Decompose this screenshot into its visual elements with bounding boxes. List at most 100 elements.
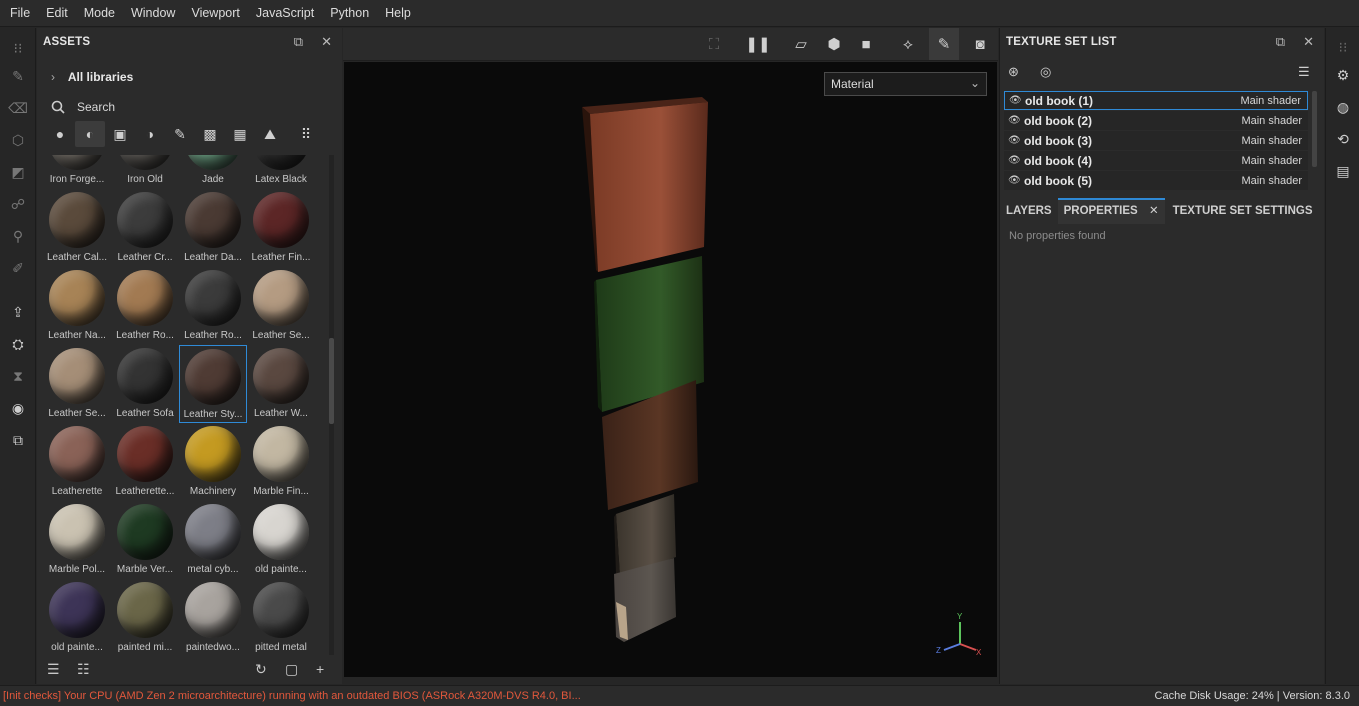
material-thumbnail[interactable]: Marble Ver... — [111, 501, 179, 579]
shader-label[interactable]: Main shader — [1241, 155, 1302, 167]
brush-filter-icon[interactable]: ✎ — [165, 121, 195, 147]
grid-view-icon[interactable]: ⠿ — [291, 121, 321, 147]
viewport-3d[interactable]: Material ⌄ Y X Z — [344, 62, 997, 677]
symmetry-icon[interactable]: ⟡ — [893, 28, 923, 60]
material-thumbnail[interactable]: Marble Fin... — [247, 423, 315, 501]
shelf-icon[interactable]: ⧉ — [6, 428, 30, 452]
refresh-icon[interactable]: ↻ — [255, 661, 267, 678]
hourglass-icon[interactable]: ⧗ — [6, 364, 30, 388]
filter-list-icon[interactable]: ☰ — [47, 661, 60, 678]
material-thumbnail[interactable]: pitted metal — [247, 579, 315, 655]
shader-label[interactable]: Main shader — [1241, 175, 1302, 187]
display-mode-icon[interactable]: ⬢ — [819, 28, 849, 60]
search-input[interactable]: Search — [45, 96, 335, 118]
eraser-icon[interactable]: ⌫ — [6, 96, 30, 120]
mask-filter-icon[interactable]: ▣ — [105, 121, 135, 147]
material-thumbnail[interactable]: metal cyb... — [179, 501, 247, 579]
menu-javascript[interactable]: JavaScript — [248, 6, 322, 20]
material-thumbnail[interactable]: Leather Ro... — [179, 267, 247, 345]
clone-stamp-icon[interactable]: ⚲ — [6, 224, 30, 248]
paint-mode-icon[interactable]: ✎ — [929, 28, 959, 60]
eye-icon[interactable]: 👁 — [1008, 135, 1024, 146]
environment-icon[interactable]: ◍ — [1332, 96, 1354, 118]
drag-handle-icon[interactable]: ⁝⁝ — [1332, 36, 1354, 58]
eye-icon[interactable]: 👁 — [1008, 155, 1024, 166]
material-thumbnail[interactable]: Iron Old — [111, 155, 179, 189]
material-thumbnail[interactable]: Leather Se... — [247, 267, 315, 345]
screenshot-icon[interactable]: ◙ — [965, 28, 995, 60]
material-thumbnail[interactable]: Iron Forge... — [43, 155, 111, 189]
selection-mode-icon[interactable]: ▱ — [786, 28, 816, 60]
tab-properties[interactable]: PROPERTIES ✕ — [1057, 198, 1165, 224]
menu-help[interactable]: Help — [377, 6, 419, 20]
shader-label[interactable]: Main shader — [1241, 115, 1302, 127]
material-thumbnail[interactable]: Leather Sty... — [179, 345, 247, 423]
alpha-filter-icon[interactable]: ▦ — [225, 121, 255, 147]
texture-filter-icon[interactable]: ▩ — [195, 121, 225, 147]
material-thumbnail[interactable]: Leather Ro... — [111, 267, 179, 345]
color-picker-icon[interactable]: ✐ — [6, 256, 30, 280]
material-thumbnail[interactable]: Leather Da... — [179, 189, 247, 267]
history-icon[interactable]: ⟲ — [1332, 128, 1354, 150]
material-thumbnail[interactable]: Leatherette... — [111, 423, 179, 501]
environment-filter-icon[interactable]: ⛰ — [255, 121, 285, 147]
list-options-icon[interactable]: ☰ — [1298, 64, 1310, 80]
display-settings-icon[interactable]: ◉ — [6, 396, 30, 420]
new-library-icon[interactable]: ▢ — [285, 661, 298, 678]
float-panel-icon[interactable]: ⧉ — [294, 34, 303, 50]
close-panel-icon[interactable]: ✕ — [321, 34, 332, 50]
tab-layers[interactable]: LAYERS — [1000, 198, 1058, 224]
texture-set-row[interactable]: 👁 old book (4) Main shader — [1004, 151, 1308, 170]
paint-brush-icon[interactable]: ✎ — [6, 64, 30, 88]
float-panel-icon[interactable]: ⧉ — [1276, 34, 1285, 50]
bake-icon[interactable]: ⛭ — [6, 332, 30, 356]
tab-texture-set-settings[interactable]: TEXTURE SET SETTINGS — [1167, 198, 1319, 224]
material-thumbnail[interactable]: Leather Na... — [43, 267, 111, 345]
menu-file[interactable]: File — [2, 6, 38, 20]
material-thumbnail[interactable]: Jade — [179, 155, 247, 189]
projection-icon[interactable]: ⬡ — [6, 128, 30, 152]
assets-scrollbar[interactable] — [329, 155, 334, 655]
material-thumbnail[interactable]: Leather Cr... — [111, 189, 179, 267]
shader-label[interactable]: Main shader — [1240, 95, 1301, 107]
solo-icon[interactable]: ◎ — [1040, 64, 1051, 80]
smudge-icon[interactable]: ☍ — [6, 192, 30, 216]
log-icon[interactable]: ▤ — [1332, 160, 1354, 182]
texture-set-row[interactable]: 👁 old book (1) Main shader — [1004, 91, 1308, 110]
scrollbar-thumb[interactable] — [329, 338, 334, 424]
material-thumbnail[interactable]: Leather Cal... — [43, 189, 111, 267]
texture-set-row[interactable]: 👁 old book (2) Main shader — [1004, 111, 1308, 130]
shader-label[interactable]: Main shader — [1241, 135, 1302, 147]
material-thumbnail[interactable]: painted mi... — [111, 579, 179, 655]
material-thumbnail[interactable]: Leather Se... — [43, 345, 111, 423]
menu-python[interactable]: Python — [322, 6, 377, 20]
close-panel-icon[interactable]: ✕ — [1303, 34, 1314, 50]
status-warning[interactable]: [Init checks] Your CPU (AMD Zen 2 microa… — [3, 690, 581, 702]
material-thumbnail[interactable]: Leather Sofa — [111, 345, 179, 423]
material-thumbnail[interactable]: Leather W... — [247, 345, 315, 423]
menu-edit[interactable]: Edit — [38, 6, 76, 20]
smart-material-filter-icon[interactable]: ◐ — [75, 121, 105, 147]
material-thumbnail[interactable]: Leatherette — [43, 423, 111, 501]
generator-filter-icon[interactable]: ◑ — [135, 121, 165, 147]
camera-icon[interactable]: ■ — [851, 28, 881, 60]
menu-mode[interactable]: Mode — [76, 6, 123, 20]
material-thumbnail[interactable]: Latex Black — [247, 155, 315, 189]
material-filter-icon[interactable]: ● — [45, 121, 75, 147]
all-libraries-toggle[interactable]: › All libraries — [51, 70, 133, 84]
texture-set-settings-icon[interactable]: ⚙ — [1332, 64, 1354, 86]
eye-icon[interactable]: 👁 — [1009, 95, 1025, 106]
menu-window[interactable]: Window — [123, 6, 183, 20]
material-thumbnail[interactable]: Leather Fin... — [247, 189, 315, 267]
pause-icon[interactable]: ❚❚ — [743, 28, 773, 60]
menu-viewport[interactable]: Viewport — [183, 6, 247, 20]
queries-icon[interactable]: ☷ — [77, 661, 90, 678]
eye-icon[interactable]: 👁 — [1008, 175, 1024, 186]
visibility-toggle-icon[interactable]: ⊛ — [1008, 64, 1019, 80]
add-icon[interactable]: + — [316, 661, 324, 677]
frame-selection-icon[interactable]: ⛶ — [699, 28, 729, 60]
texture-set-row[interactable]: 👁 old book (3) Main shader — [1004, 131, 1308, 150]
material-thumbnail[interactable]: Marble Pol... — [43, 501, 111, 579]
eye-icon[interactable]: 👁 — [1008, 115, 1024, 126]
polygon-fill-icon[interactable]: ◩ — [6, 160, 30, 184]
